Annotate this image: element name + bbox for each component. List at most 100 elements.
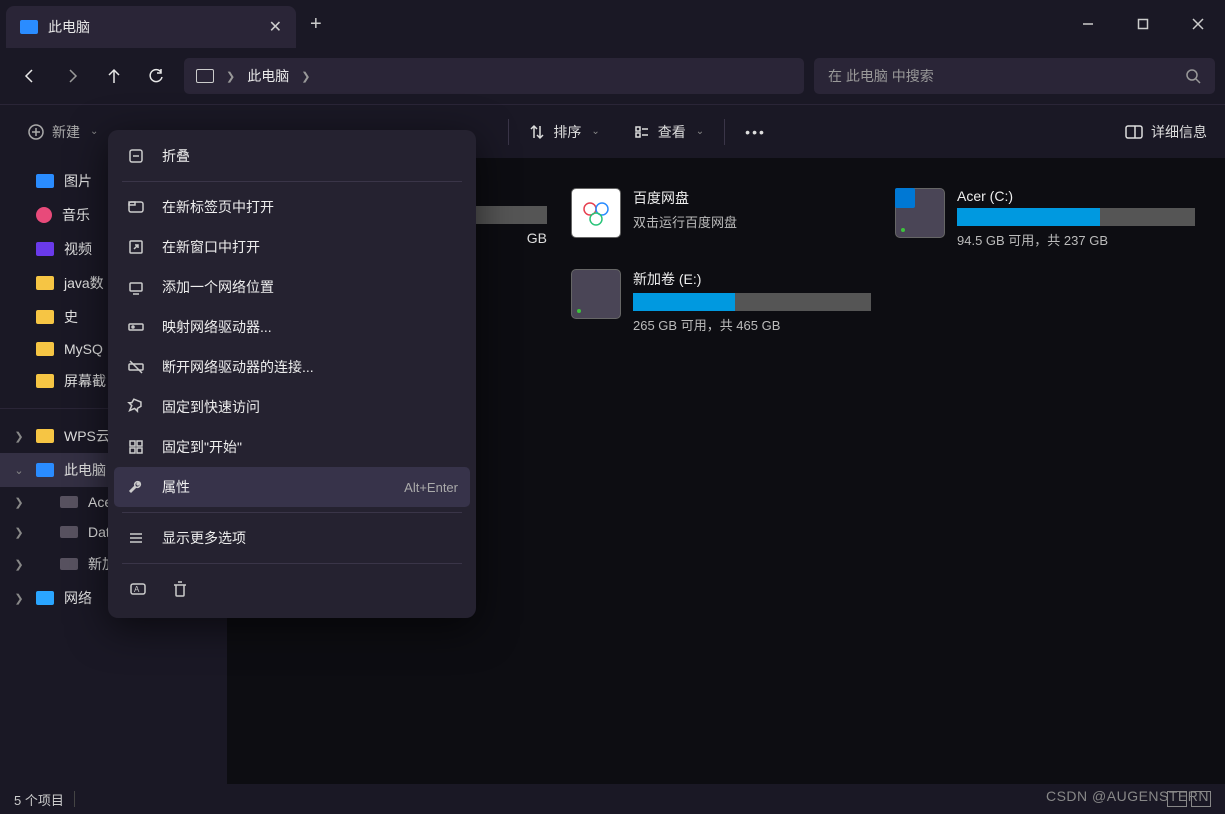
new-tab-button[interactable]: + xyxy=(296,0,336,48)
menu-item[interactable]: 在新标签页中打开 xyxy=(114,187,470,227)
mapnet-icon xyxy=(126,318,146,336)
drive-e[interactable]: 新加卷 (E:) 265 GB 可用，共 465 GB xyxy=(571,269,871,334)
chevron-right-icon: ❯ xyxy=(12,526,26,539)
menu-item-label: 固定到快速访问 xyxy=(162,397,260,417)
disk-icon xyxy=(571,269,621,319)
refresh-button[interactable] xyxy=(136,56,176,96)
drive-acer-c[interactable]: Acer (C:) 94.5 GB 可用，共 237 GB xyxy=(895,188,1195,249)
separator xyxy=(508,119,509,145)
sidebar-item-label: 此电脑 xyxy=(64,460,106,480)
breadcrumb-location[interactable]: 此电脑 xyxy=(247,66,289,86)
chevron-icon[interactable]: ❯ xyxy=(12,592,26,605)
drive-baidu[interactable]: 百度网盘 双击运行百度网盘 xyxy=(571,188,871,249)
menu-item[interactable]: 添加一个网络位置 xyxy=(114,267,470,307)
delete-icon[interactable] xyxy=(170,579,190,602)
chevron-down-icon: ⌄ xyxy=(696,126,704,137)
new-label: 新建 xyxy=(52,122,80,142)
disconnect-icon xyxy=(126,358,146,376)
drive-capacity-bar xyxy=(957,208,1195,226)
sidebar-item-label: 屏幕截 xyxy=(64,371,106,391)
svg-text:A: A xyxy=(134,585,140,594)
chevron-right-icon: ❯ xyxy=(226,70,235,83)
menu-item-label: 折叠 xyxy=(162,146,190,166)
menu-item-label: 映射网络驱动器... xyxy=(162,317,272,337)
menu-item[interactable]: 折叠 xyxy=(114,136,470,176)
chevron-right-icon: ❯ xyxy=(12,558,26,571)
rename-icon[interactable]: A xyxy=(128,579,148,602)
netloc-icon xyxy=(126,278,146,296)
collapse-icon xyxy=(126,147,146,165)
menu-separator xyxy=(122,512,462,513)
disk-icon xyxy=(895,188,945,238)
tab-this-pc[interactable]: 此电脑 ✕ xyxy=(6,6,296,48)
search-icon xyxy=(1185,68,1201,84)
baidu-icon xyxy=(571,188,621,238)
menu-item[interactable]: 固定到"开始" xyxy=(114,427,470,467)
menu-item[interactable]: 在新窗口中打开 xyxy=(114,227,470,267)
more-button[interactable]: ••• xyxy=(735,118,776,146)
disk-icon xyxy=(60,558,78,570)
pc-icon xyxy=(36,463,54,477)
sort-icon xyxy=(529,124,545,140)
sidebar-item-label: 网络 xyxy=(64,588,92,608)
chevron-icon[interactable]: ⌄ xyxy=(12,464,26,477)
disk-icon xyxy=(60,526,78,538)
menu-item[interactable]: 固定到快速访问 xyxy=(114,387,470,427)
folder-icon xyxy=(36,342,54,356)
view-icon xyxy=(634,124,650,140)
chevron-right-icon: ❯ xyxy=(12,496,26,509)
menu-item-label: 在新标签页中打开 xyxy=(162,197,274,217)
up-button[interactable] xyxy=(94,56,134,96)
details-button[interactable]: 详细信息 xyxy=(1125,122,1207,142)
maximize-button[interactable] xyxy=(1115,0,1170,48)
close-button[interactable] xyxy=(1170,0,1225,48)
sidebar-item-label: 视频 xyxy=(64,239,92,259)
view-label: 查看 xyxy=(658,122,686,142)
menu-item[interactable]: 断开网络驱动器的连接... xyxy=(114,347,470,387)
sort-button[interactable]: 排序 ⌄ xyxy=(519,116,609,148)
chevron-icon[interactable]: ❯ xyxy=(12,430,26,443)
pin-icon xyxy=(126,398,146,416)
item-count: 5 个项目 xyxy=(14,790,64,809)
new-button[interactable]: 新建 ⌄ xyxy=(18,116,108,148)
search-placeholder: 在 此电脑 中搜索 xyxy=(828,66,1185,86)
close-tab-icon[interactable]: ✕ xyxy=(269,17,282,37)
drive-info: 265 GB 可用，共 465 GB xyxy=(633,315,871,334)
sidebar-item-label: 图片 xyxy=(64,171,92,191)
chevron-down-icon: ⌄ xyxy=(90,126,98,137)
view-button[interactable]: 查看 ⌄ xyxy=(624,116,714,148)
address-bar[interactable]: ❯ 此电脑 ❯ xyxy=(184,58,804,94)
minimize-button[interactable] xyxy=(1060,0,1115,48)
forward-button[interactable] xyxy=(52,56,92,96)
menu-item[interactable]: 显示更多选项 xyxy=(114,518,470,558)
tab-title: 此电脑 xyxy=(48,17,259,37)
menu-item-label: 属性 xyxy=(162,477,190,497)
back-button[interactable] xyxy=(10,56,50,96)
ellipsis-icon: ••• xyxy=(745,124,766,140)
folder-icon xyxy=(36,429,54,443)
drive-name: 百度网盘 xyxy=(633,188,871,208)
folder-icon xyxy=(36,310,54,324)
menu-separator xyxy=(122,181,462,182)
separator xyxy=(74,791,75,807)
context-menu: 折叠在新标签页中打开在新窗口中打开添加一个网络位置映射网络驱动器... 断开网络驱… xyxy=(108,130,476,618)
drive-name: 新加卷 (E:) xyxy=(633,269,871,289)
drive-sub: 双击运行百度网盘 xyxy=(633,212,871,231)
window-controls xyxy=(1060,0,1225,48)
menu-bottom-row: A xyxy=(114,569,470,612)
drive-name: Acer (C:) xyxy=(957,188,1195,204)
menu-item-label: 在新窗口中打开 xyxy=(162,237,260,257)
pinstart-icon xyxy=(126,438,146,456)
pc-icon xyxy=(20,20,38,34)
plus-circle-icon xyxy=(28,124,44,140)
details-icon xyxy=(1125,125,1143,139)
search-input[interactable]: 在 此电脑 中搜索 xyxy=(814,58,1215,94)
menu-item[interactable]: 映射网络驱动器... xyxy=(114,307,470,347)
image-icon xyxy=(36,174,54,188)
tab-icon xyxy=(126,198,146,216)
sidebar-item-label: WPS云 xyxy=(64,426,110,446)
watermark: CSDN @AUGENSTERN xyxy=(1046,788,1209,804)
menu-item[interactable]: 属性Alt+Enter xyxy=(114,467,470,507)
menu-item-label: 添加一个网络位置 xyxy=(162,277,274,297)
drive-capacity-bar xyxy=(633,293,871,311)
